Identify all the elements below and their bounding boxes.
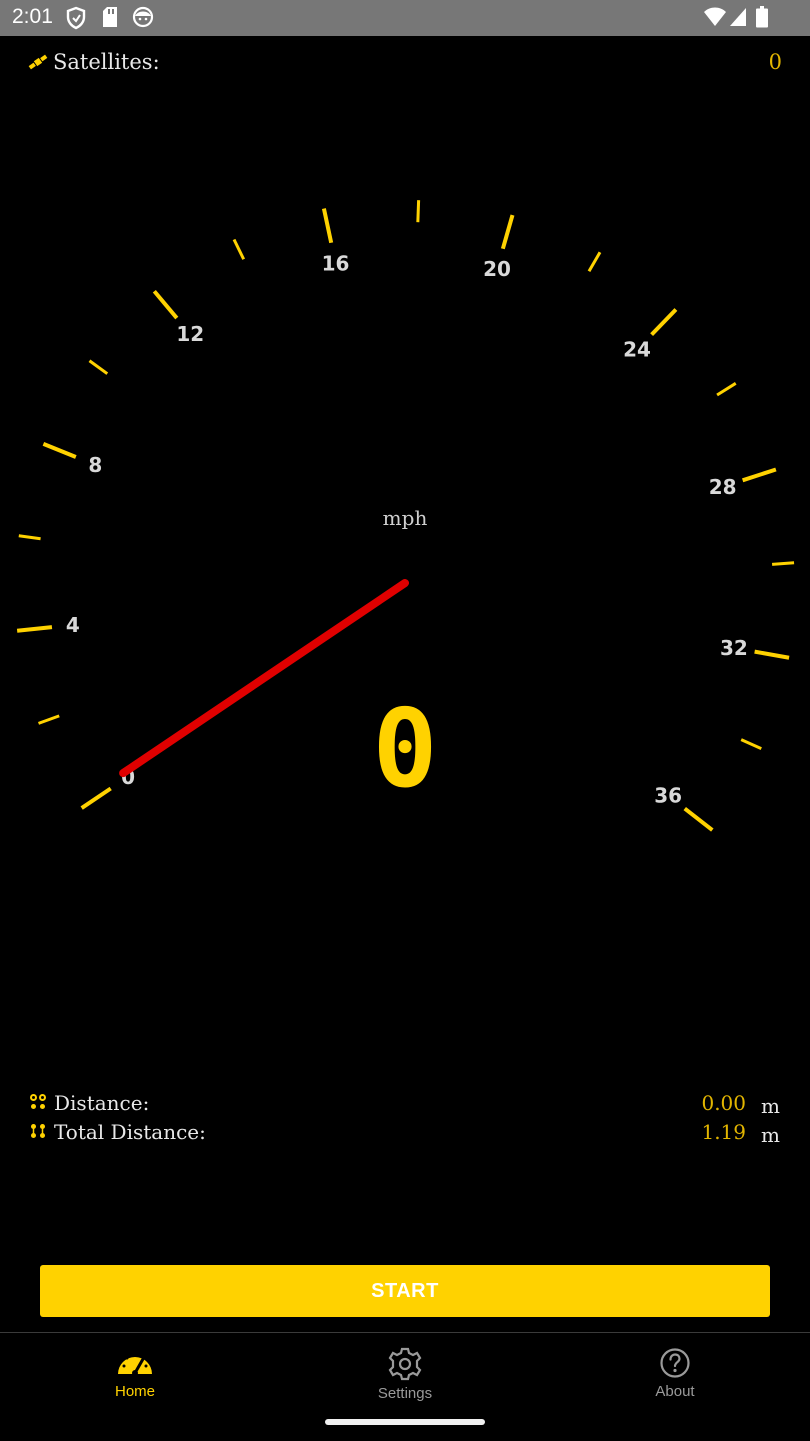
gauge-tick-label: 20	[483, 257, 511, 281]
help-circle-icon	[660, 1348, 690, 1378]
gauge-tick	[771, 561, 795, 566]
gauge-tick	[18, 534, 41, 541]
total-distance-label: Total Distance:	[54, 1120, 206, 1144]
nav-label-about: About	[655, 1383, 695, 1400]
total-distance-icon	[31, 1124, 45, 1138]
speed-unit: mph	[383, 506, 428, 530]
nav-label-home: Home	[114, 1383, 155, 1400]
gauge-tick	[42, 442, 77, 459]
distance-row: Distance: 0.00 m	[30, 1091, 782, 1119]
nav-label-settings: Settings	[377, 1385, 433, 1402]
gauge-tick	[587, 251, 602, 273]
total-distance-value: 1.19	[701, 1120, 746, 1144]
gauge-tick	[152, 289, 179, 320]
gauge-tick-label: 8	[88, 453, 102, 477]
nav-item-home[interactable]: Home	[55, 1343, 215, 1413]
gauge-tick	[416, 200, 421, 223]
gauge-tick-label: 28	[709, 475, 737, 499]
gauge-tick	[740, 738, 762, 750]
nav-item-about[interactable]: About	[595, 1343, 755, 1413]
gauge-tick	[232, 238, 246, 260]
speed-readout: 0	[372, 687, 438, 812]
gauge-tick-label: 24	[623, 338, 651, 362]
gauge-tick	[16, 625, 53, 633]
gauge-tick-label: 32	[720, 636, 748, 660]
gauge-tick	[88, 359, 109, 375]
gauge-tick-label: 16	[322, 251, 350, 275]
start-button[interactable]: START	[40, 1265, 770, 1317]
gauge-tick	[683, 806, 714, 832]
gauge-tick-label: 36	[654, 784, 682, 808]
gesture-handle[interactable]	[325, 1419, 485, 1425]
distance-label: Distance:	[54, 1091, 150, 1115]
gear-icon	[388, 1347, 422, 1381]
gauge-tick	[754, 649, 790, 660]
gauge-tick	[716, 382, 737, 397]
gauge-tick	[650, 308, 678, 337]
distance-unit: m	[761, 1094, 780, 1118]
gauge-tick-label: 4	[66, 613, 80, 637]
total-distance-unit: m	[761, 1123, 780, 1147]
gauge-tick	[80, 786, 112, 810]
distance-icon	[30, 1094, 46, 1109]
speedometer-icon	[118, 1352, 152, 1376]
gauge-tick-label: 12	[176, 322, 204, 346]
distance-value: 0.00	[701, 1091, 746, 1115]
gauge-tick	[321, 208, 334, 244]
gauge-tick	[38, 714, 60, 725]
gauge-tick	[500, 214, 515, 250]
nav-item-settings[interactable]: Settings	[325, 1343, 485, 1413]
total-distance-row: Total Distance: 1.19 m	[30, 1120, 782, 1148]
gauge-tick	[742, 467, 777, 483]
